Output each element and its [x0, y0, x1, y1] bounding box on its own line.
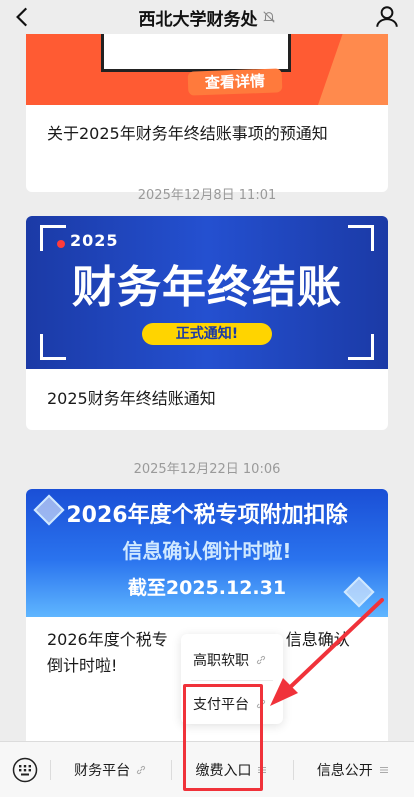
submenu-popup: 高职软职 支付平台: [181, 634, 283, 724]
article-card[interactable]: 2025 财务年终结账 正式通知! 2025财务年终结账通知: [26, 216, 388, 430]
cover-headline: 2026年度个税专项附加扣除: [66, 503, 348, 528]
menu-icon: [258, 766, 267, 773]
message-timestamp: 2025年12月22日 10:06: [133, 462, 281, 477]
keyboard-icon: [12, 757, 38, 782]
divider: [191, 680, 273, 681]
link-icon: [256, 655, 266, 665]
nav-bar: 西北大学财务处: [0, 0, 414, 34]
article-cover-image: 查看详情: [26, 34, 388, 105]
keyboard-toggle-button[interactable]: [0, 742, 50, 797]
back-icon[interactable]: [10, 4, 36, 30]
article-card[interactable]: 查看详情 关于2025年财务年终结账事项的预通知: [26, 34, 388, 192]
submenu-item-payment-platform[interactable]: 支付平台: [181, 682, 283, 726]
article-cover-image: 2025 财务年终结账 正式通知!: [26, 216, 388, 369]
cover-year: 2025: [70, 231, 119, 250]
cover-deadline: 截至2025.12.31: [127, 577, 287, 599]
article-title: 2025财务年终结账通知: [47, 389, 216, 408]
account-name: 西北大学财务处: [138, 9, 258, 30]
article-cover-image: 2026年度个税专项附加扣除 信息确认倒计时啦! 截至2025.12.31: [26, 489, 388, 617]
menu-icon: [379, 766, 388, 773]
message-timestamp: 2025年12月8日 11:01: [137, 188, 277, 203]
custom-menu-bar: 财务平台 缴费入口 信息公开: [0, 741, 414, 797]
link-icon: [256, 699, 266, 709]
cover-button-text: 查看详情: [187, 68, 283, 96]
article-title: 关于2025年财务年终结账事项的预通知: [47, 124, 328, 143]
profile-icon[interactable]: [374, 4, 400, 30]
submenu-item-gaozhi[interactable]: 高职软职: [181, 638, 283, 682]
mute-bell-icon: [262, 11, 275, 23]
cover-pill: 正式通知!: [142, 323, 272, 345]
cover-subline: 信息确认倒计时啦!: [122, 539, 292, 563]
cover-headline: 财务年终结账: [72, 262, 342, 313]
menu-item-payment-entry[interactable]: 缴费入口: [171, 742, 292, 797]
page-title: 西北大学财务处: [139, 5, 276, 30]
menu-item-info-disclosure[interactable]: 信息公开: [292, 742, 414, 797]
menu-item-finance-platform[interactable]: 财务平台: [50, 742, 171, 797]
link-icon: [137, 765, 146, 774]
